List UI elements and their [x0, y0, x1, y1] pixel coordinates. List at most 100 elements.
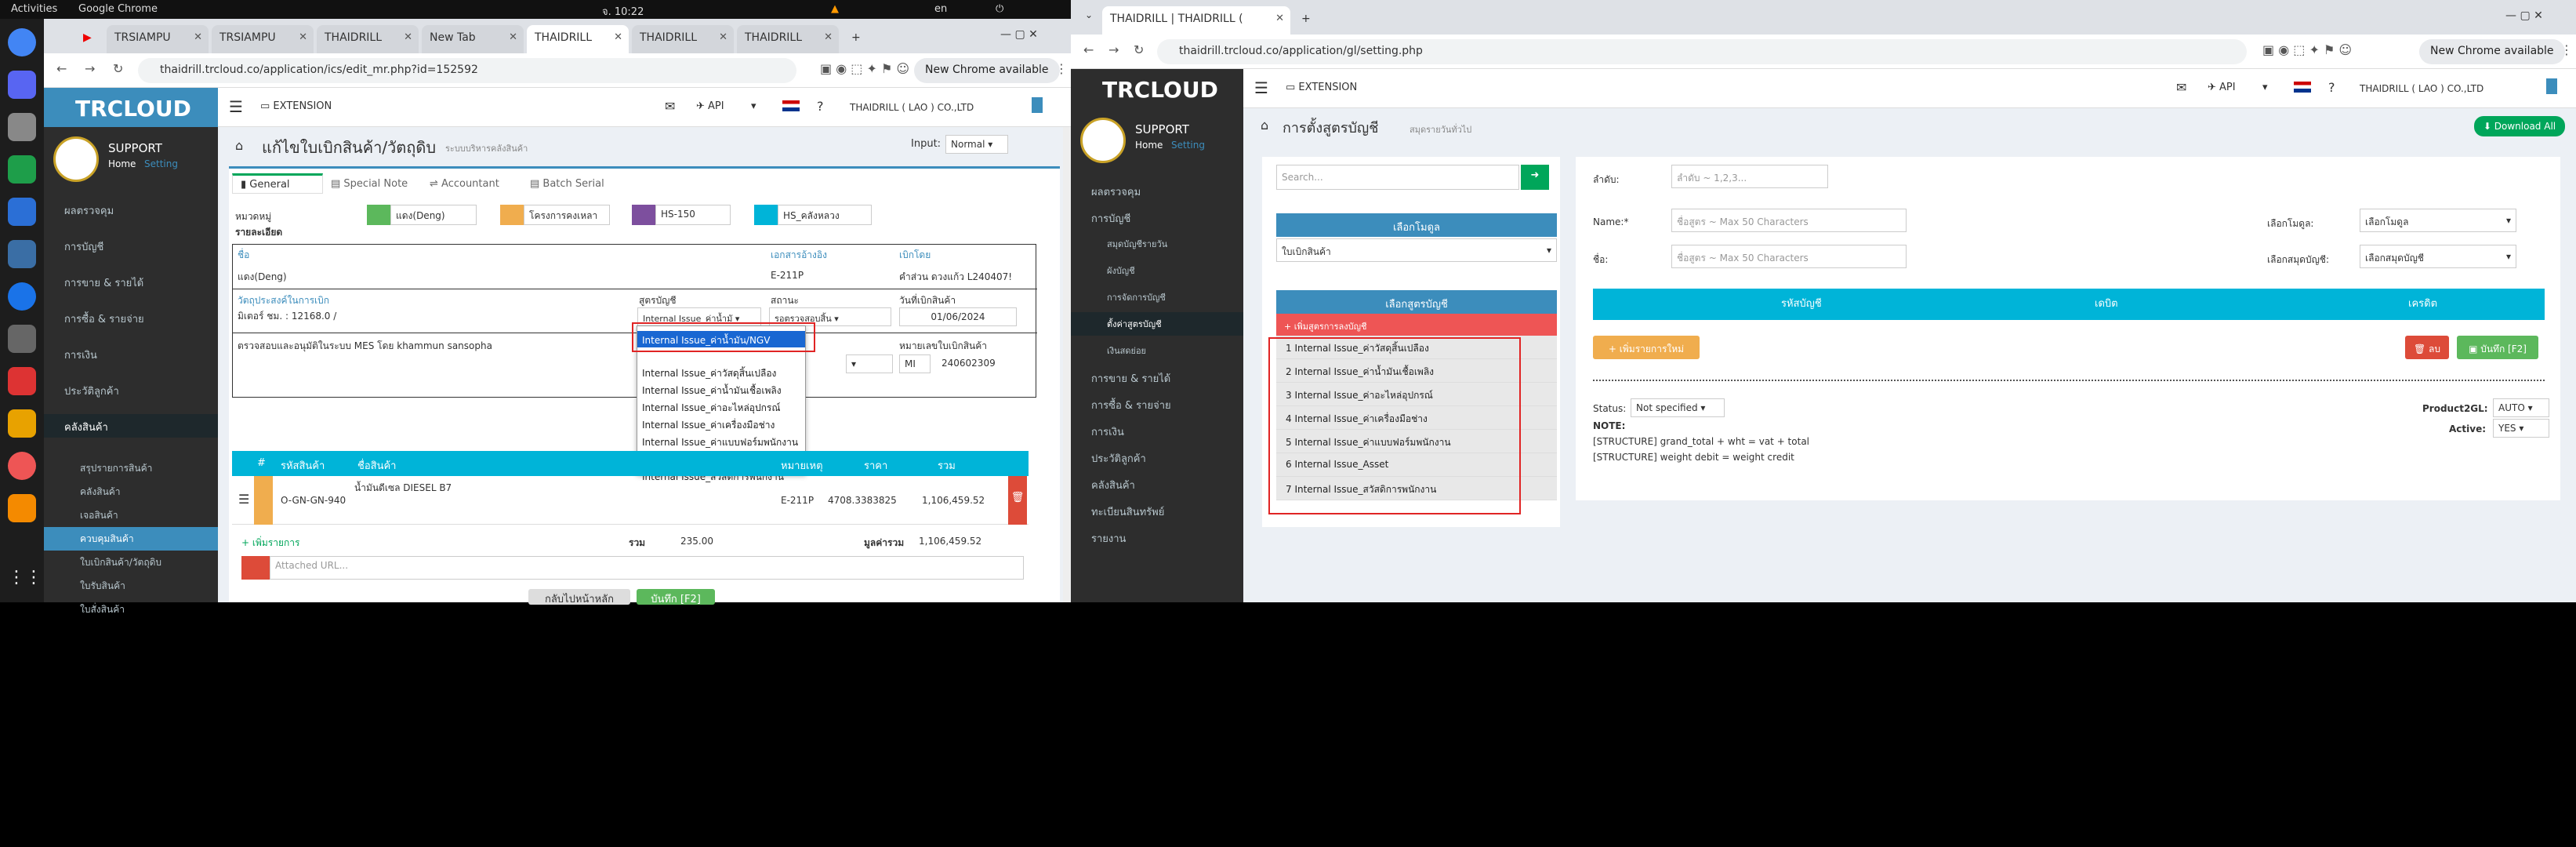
- row-code[interactable]: O-GN-GN-940: [281, 495, 346, 506]
- dropdown-option[interactable]: Internal Issue_ค่าน้ำมันเชื้อเพลิง: [637, 381, 805, 398]
- logout-icon-right[interactable]: [2546, 78, 2557, 94]
- hidden-select[interactable]: ▾: [846, 354, 893, 373]
- help-icon[interactable]: ?: [817, 99, 824, 114]
- home-link-right[interactable]: Home: [1135, 140, 1163, 151]
- extension-link[interactable]: ▭ EXTENSION: [260, 100, 332, 112]
- add-item-link[interactable]: + เพิ่มรายการ: [241, 536, 299, 551]
- company-name-right[interactable]: THAIDRILL ( LAO ) CO.,LTD: [2360, 83, 2483, 94]
- flag-icon-right[interactable]: [2294, 82, 2311, 93]
- tag-project[interactable]: โครงการคงเหลา: [524, 205, 610, 225]
- help-icon-right[interactable]: ?: [2328, 80, 2335, 95]
- forward-icon[interactable]: →: [85, 61, 95, 76]
- menu-item[interactable]: คลังสินค้า: [1071, 472, 1243, 496]
- app-menu[interactable]: Google Chrome: [78, 3, 158, 15]
- extension-icons-right[interactable]: ▣ ◉ ⬚ ✦ ⚑ ☺: [2262, 42, 2352, 57]
- menu-item[interactable]: ตั้งค่าสูตรบัญชี: [1071, 312, 1243, 336]
- reload-icon[interactable]: ↻: [113, 61, 123, 76]
- row-name[interactable]: น้ำมันดีเซล DIESEL B7: [354, 481, 452, 496]
- tab-active[interactable]: THAIDRILL ✕: [527, 25, 629, 53]
- globe-icon[interactable]: [8, 282, 36, 311]
- row-note[interactable]: E-211P: [781, 495, 814, 506]
- back-icon-right[interactable]: ←: [1083, 42, 1094, 57]
- menu-item[interactable]: คลังสินค้า: [44, 414, 218, 438]
- trcloud-logo-right[interactable]: TRCLOUD: [1071, 69, 1243, 108]
- clock[interactable]: จ. 10:22: [602, 3, 644, 20]
- trcloud-logo[interactable]: TRCLOUD: [44, 88, 218, 127]
- menu-item[interactable]: การซื้อ & รายจ่าย: [1071, 392, 1243, 416]
- api-link[interactable]: ✈ API: [696, 100, 724, 112]
- menu-item[interactable]: ทะเบียนสินทรัพย์: [1071, 499, 1243, 522]
- menu-item[interactable]: รายงาน: [1071, 525, 1243, 549]
- tab-2[interactable]: TRSIAMPU ✕: [212, 25, 314, 53]
- company-name[interactable]: THAIDRILL ( LAO ) CO.,LTD: [850, 102, 974, 113]
- menu-item[interactable]: การขาย & รายได้: [44, 270, 218, 293]
- tab-right-active[interactable]: THAIDRILL | THAIDRILL (✕: [1102, 6, 1290, 35]
- tab-special-note[interactable]: ▤ Special Note: [331, 178, 408, 190]
- scrollbar[interactable]: [1063, 127, 1071, 602]
- attached-url-input[interactable]: Attached URL...: [270, 556, 1024, 580]
- hamburger-icon[interactable]: ☰: [229, 97, 243, 116]
- chrome-icon[interactable]: [8, 28, 36, 56]
- doc-number[interactable]: 240602309: [942, 358, 996, 369]
- module-select[interactable]: ใบเบิกสินค้า ▾: [1276, 238, 1557, 262]
- delete-button[interactable]: 🗑 ลบ: [2405, 336, 2449, 359]
- menu-item[interactable]: การขาย & รายได้: [1071, 365, 1243, 389]
- add-line-button[interactable]: + เพิ่มรายการใหม่: [1593, 336, 1700, 359]
- save-button-right[interactable]: ▣ บันทึก [F2]: [2457, 336, 2538, 359]
- submenu-item[interactable]: ใบเบิกสินค้า/วัตถุดิบ: [44, 551, 218, 574]
- row-total[interactable]: 1,106,459.52: [922, 495, 985, 506]
- notes-icon[interactable]: [8, 409, 36, 438]
- submenu-item[interactable]: สรุปรายการสินค้า: [44, 456, 218, 480]
- menu-item[interactable]: ประวัติลูกค้า: [1071, 445, 1243, 469]
- status-select-right[interactable]: Not specified ▾: [1631, 398, 1725, 417]
- menu-item[interactable]: การบัญชี: [44, 234, 218, 257]
- dropdown-option[interactable]: Internal Issue_ค่าวัสดุสิ้นเปลือง: [637, 364, 805, 380]
- forward-icon-right[interactable]: →: [1108, 42, 1119, 57]
- youtube-tab-icon[interactable]: ▶: [75, 25, 103, 53]
- update-chip-right[interactable]: New Chrome available: [2419, 39, 2565, 64]
- tab-search-icon[interactable]: ⌄: [1085, 9, 1093, 20]
- spreadsheet-icon[interactable]: [8, 155, 36, 184]
- calculator-icon[interactable]: [8, 325, 36, 353]
- files-icon[interactable]: [8, 113, 36, 141]
- input-select[interactable]: Normal ▾: [945, 135, 1008, 154]
- home-icon-right[interactable]: ⌂: [1261, 118, 1268, 133]
- tab-6[interactable]: THAIDRILL ✕: [632, 25, 734, 53]
- tab-accountant[interactable]: ⇌ Accountant: [430, 178, 499, 190]
- tab-batch-serial[interactable]: ▤ Batch Serial: [530, 178, 604, 190]
- add-formula-button[interactable]: + เพิ่มสูตรการลงบัญชี: [1276, 314, 1557, 336]
- save-button[interactable]: บันทึก [F2]: [637, 589, 715, 605]
- new-tab-button-right[interactable]: +: [1293, 6, 1317, 35]
- dropdown-option[interactable]: Internal Issue_ค่าแบบฟอร์มพนักงาน: [637, 433, 805, 449]
- document-icon[interactable]: [8, 198, 36, 226]
- home-link[interactable]: Home: [108, 158, 136, 169]
- window-controls[interactable]: — ▢ ✕: [1000, 28, 1038, 41]
- menu-item[interactable]: การซื้อ & รายจ่าย: [44, 306, 218, 329]
- reload-icon-right[interactable]: ↻: [1134, 42, 1144, 57]
- hamburger-icon-right[interactable]: ☰: [1254, 78, 1268, 97]
- name-value[interactable]: แดง(Deng): [238, 270, 287, 285]
- menu-item[interactable]: การเงิน: [44, 342, 218, 365]
- back-icon[interactable]: ←: [56, 61, 67, 76]
- window-controls-right[interactable]: — ▢ ✕: [2505, 9, 2543, 22]
- app-icon[interactable]: [8, 240, 36, 268]
- menu-icon[interactable]: ⋮: [1055, 61, 1068, 76]
- submenu-item[interactable]: คลังสินค้า: [44, 480, 218, 503]
- module-select-right[interactable]: เลือกโมดูล ▾: [2360, 209, 2516, 232]
- update-chip[interactable]: New Chrome available: [914, 58, 1060, 83]
- tab-1[interactable]: TRSIAMPU ✕: [107, 25, 209, 53]
- by-value[interactable]: คำส่วน ดวงแก้ว L240407!: [899, 270, 1012, 285]
- tab-3[interactable]: THAIDRILL ✕: [317, 25, 419, 53]
- vlc-icon[interactable]: [8, 494, 36, 522]
- purpose-value[interactable]: มิเตอร์ ชม. : 12168.0 /: [238, 309, 336, 324]
- delete-row-icon[interactable]: 🗑: [1008, 476, 1027, 525]
- setting-link-right[interactable]: Setting: [1171, 140, 1205, 151]
- submenu-item[interactable]: ใบรับสินค้า: [44, 574, 218, 598]
- doc-prefix-select[interactable]: MI: [899, 354, 931, 373]
- tab-7[interactable]: THAIDRILL ✕: [737, 25, 839, 53]
- dropdown-option[interactable]: Internal Issue_ค่าอะไหล่อุปกรณ์: [637, 398, 805, 415]
- date-input[interactable]: 01/06/2024: [899, 307, 1017, 326]
- submenu-item[interactable]: ใบสั่งสินค้า: [44, 598, 218, 621]
- tab-new[interactable]: New Tab ✕: [422, 25, 524, 53]
- submenu-item[interactable]: ควบคุมสินค้า: [44, 527, 218, 551]
